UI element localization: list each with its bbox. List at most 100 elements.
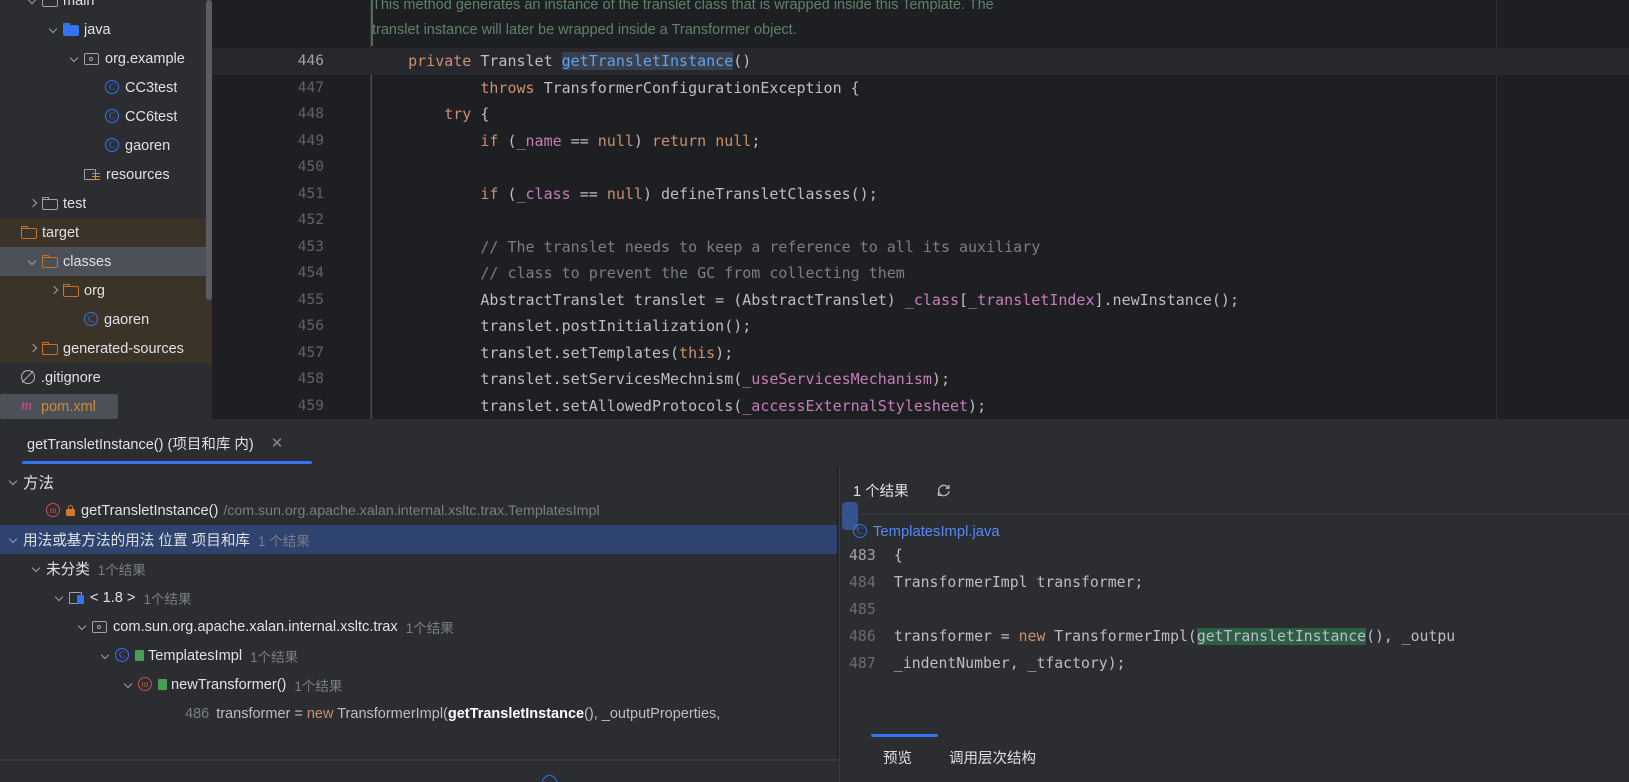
chevron-down-icon[interactable] <box>123 678 136 691</box>
code-token: [ <box>959 290 969 309</box>
tree-item[interactable]: .gitignore <box>0 363 212 392</box>
chevron-right-icon[interactable] <box>27 342 40 355</box>
usage-row-label: 用法或基方法的用法 位置 项目和库 <box>23 533 251 549</box>
usage-tree-row[interactable]: 方法 <box>0 467 837 496</box>
editor-line[interactable]: 448 try { <box>212 101 1629 128</box>
usage-tree-row[interactable]: m newTransformer() 1个结果 <box>0 670 837 699</box>
tree-item[interactable]: org <box>0 276 212 305</box>
chevron-down-icon[interactable] <box>54 591 67 604</box>
tree-item[interactable]: Cgaoren <box>0 131 212 160</box>
line-number: 452 <box>297 212 324 228</box>
editor-line[interactable]: 450 <box>212 154 1629 181</box>
editor-line[interactable]: 457 translet.setTemplates(this); <box>212 340 1629 367</box>
tree-item[interactable]: C CC3test <box>0 73 212 102</box>
usage-tree-row[interactable]: 未分类 1个结果 <box>0 554 837 583</box>
usage-code-row[interactable]: 486 transformer = new TransformerImpl(get… <box>0 699 837 728</box>
usage-row-label: 方法 <box>23 474 55 492</box>
editor-line[interactable]: 455 AbstractTranslet translet = (Abstrac… <box>212 287 1629 314</box>
tree-item[interactable]: java <box>0 15 212 44</box>
folder-icon <box>42 342 58 355</box>
tree-item[interactable]: target <box>0 218 212 247</box>
editor-line[interactable]: 454 // class to prevent the GC from coll… <box>212 260 1629 287</box>
usage-preview-panel[interactable]: 1 个结果 C TemplatesImpl.java 483 {484 Tra… <box>839 467 1629 782</box>
folder-icon <box>42 197 58 210</box>
code-token: null <box>715 131 752 150</box>
tree-item-label: main <box>63 0 95 9</box>
folder-icon <box>63 284 79 297</box>
usage-tree-row[interactable]: m getTransletInstance()/com.sun.org.apach… <box>0 496 837 525</box>
editor-line[interactable]: 453 // The translet needs to keep a refe… <box>212 234 1629 261</box>
tab-call-hierarchy[interactable]: 调用层次结构 <box>949 747 1036 768</box>
tree-item[interactable]: resources <box>0 160 212 189</box>
chevron-down-icon[interactable] <box>8 475 21 488</box>
chevron-down-icon[interactable] <box>27 255 40 268</box>
tree-item[interactable]: C CC6test <box>0 102 212 131</box>
preview-file-name: TemplatesImpl.java <box>873 523 1000 540</box>
tree-item[interactable]: main <box>0 0 212 15</box>
code-token: return <box>651 131 707 150</box>
arrow-spacer <box>90 139 103 152</box>
code-token: translet.setServicesMechnism( <box>372 370 743 388</box>
usage-tree-row[interactable]: < 1.8 > 1个结果 <box>0 583 837 612</box>
code-token: null <box>597 131 634 150</box>
editor-line[interactable]: 452 <box>212 207 1629 234</box>
chevron-down-icon[interactable] <box>8 533 21 546</box>
usage-code-line-number: 486 <box>185 705 210 722</box>
code-token: ) defineTransletClasses(); <box>642 184 878 203</box>
line-number: 453 <box>297 238 324 255</box>
usages-next-row-peek[interactable] <box>0 760 838 782</box>
code-editor[interactable]: This method generates an instance of the… <box>212 0 1629 419</box>
chevron-down-icon[interactable] <box>31 562 44 575</box>
folder-icon <box>21 226 37 239</box>
editor-line[interactable]: 458 translet.setServicesMechnism(_useSer… <box>212 366 1629 393</box>
chevron-down-icon[interactable] <box>77 620 90 633</box>
preview-file-row[interactable]: C TemplatesImpl.java <box>839 516 1629 547</box>
tree-item-label: target <box>42 224 80 241</box>
chevron-down-icon[interactable] <box>27 0 40 7</box>
chevron-right-icon[interactable] <box>48 284 61 297</box>
close-icon[interactable]: ✕ <box>271 436 284 451</box>
tab-preview[interactable]: 预览 <box>883 747 912 768</box>
javadoc-line: translet instance will later be wrapped … <box>372 22 797 38</box>
tree-item[interactable]: org.example <box>0 44 212 73</box>
line-code: AbstractTranslet translet = (AbstractTra… <box>372 287 1239 314</box>
refresh-icon[interactable] <box>935 482 952 499</box>
library-icon <box>69 591 85 605</box>
editor-line[interactable]: 449 if (_name == null) return null; <box>212 128 1629 155</box>
tree-item[interactable]: m pom.xml <box>0 392 212 419</box>
line-number: 446 <box>297 53 324 69</box>
preview-line-number: 483 <box>849 547 876 564</box>
usage-tree-row[interactable]: 用法或基方法的用法 位置 项目和库 1 个结果 <box>0 525 837 554</box>
tree-item[interactable]: test <box>0 189 212 218</box>
tree-item[interactable]: Cgaoren <box>0 305 212 334</box>
lock-icon <box>66 504 76 517</box>
top-area: main java org.example C CC3test C CC6test Cgaor… <box>0 0 1629 419</box>
code-token: _class <box>904 290 960 309</box>
chevron-down-icon[interactable] <box>100 649 113 662</box>
usage-tree-row[interactable]: com.sun.org.apache.xalan.internal.xsltc.… <box>0 612 837 641</box>
project-tree-panel[interactable]: main java org.example C CC3test C CC6test Cgaor… <box>0 0 212 419</box>
editor-line[interactable]: 459 translet.setAllowedProtocols(_access… <box>212 393 1629 420</box>
editor-line[interactable]: 451 if (_class == null) defineTransletCl… <box>212 181 1629 208</box>
tree-item[interactable]: classes <box>0 247 212 276</box>
code-token: ].newInstance(); <box>1094 290 1239 309</box>
editor-line[interactable]: 456 translet.postInitialization(); <box>212 313 1629 340</box>
preview-code-token: TransformerImpl transformer; <box>885 574 1144 591</box>
line-number: 459 <box>297 397 324 414</box>
find-usages-tab[interactable]: getTransletInstance() (项目和库 内) ✕ <box>14 419 312 467</box>
chevron-right-icon[interactable] <box>27 197 40 210</box>
usage-tree-row[interactable]: C TemplatesImpl 1个结果 <box>0 641 837 670</box>
editor-line[interactable]: 447 throws TransformerConfigurationExcep… <box>212 75 1629 102</box>
tree-item[interactable]: generated-sources <box>0 334 212 363</box>
line-number: 455 <box>297 291 324 308</box>
editor-line[interactable]: 446 private Translet getTransletInstance… <box>212 48 1629 75</box>
usages-tree-panel[interactable]: 方法 m getTransletInstance()/com.sun.org.apa… <box>0 467 838 782</box>
chevron-down-icon[interactable] <box>69 52 82 65</box>
javadoc-line: This method generates an instance of the… <box>372 0 994 13</box>
usage-row-count: 1个结果 <box>294 678 343 694</box>
chevron-down-icon[interactable] <box>48 23 61 36</box>
code-token: == <box>561 131 598 150</box>
